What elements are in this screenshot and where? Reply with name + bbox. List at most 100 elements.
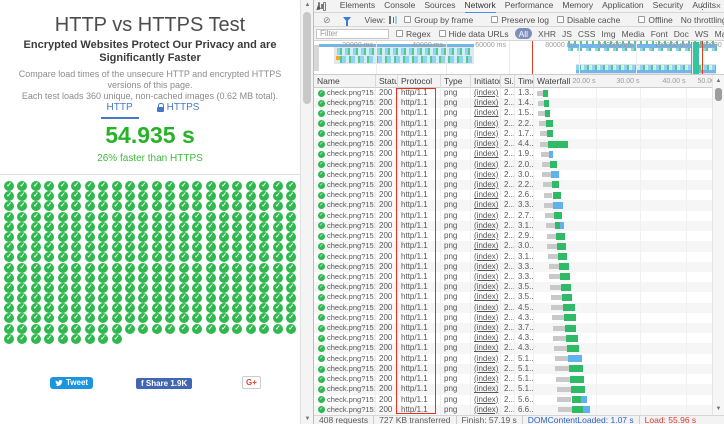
table-row[interactable]: ✓check.png?1512...200http/1.1png(index)2…	[314, 170, 713, 180]
offline-checkbox[interactable]: Offline	[638, 15, 672, 25]
initiator-link[interactable]: (index)	[474, 190, 498, 199]
initiator-link[interactable]: (index)	[474, 272, 498, 281]
grid-view-icon[interactable]	[389, 16, 391, 24]
initiator-link[interactable]: (index)	[474, 170, 498, 179]
checkbox-icon[interactable]	[557, 16, 564, 23]
tab-security[interactable]: Security	[653, 0, 684, 14]
initiator-link[interactable]: (index)	[474, 292, 498, 301]
gplus-button[interactable]: G+	[242, 376, 261, 389]
filter-type-css[interactable]: CSS	[578, 29, 595, 39]
initiator-link[interactable]: (index)	[474, 252, 498, 261]
table-row[interactable]: ✓check.png?1512...200http/1.1png(index)2…	[314, 252, 713, 262]
scroll-up-arrow[interactable]: ▲	[713, 76, 724, 86]
checkbox-icon[interactable]	[439, 30, 446, 37]
table-row[interactable]: ✓check.png?1512...200http/1.1png(index)2…	[314, 180, 713, 190]
initiator-link[interactable]: (index)	[474, 221, 498, 230]
table-row[interactable]: ✓check.png?1512...200http/1.1png(index)2…	[314, 272, 713, 282]
filter-type-doc[interactable]: Doc	[674, 29, 689, 39]
filter-type-js[interactable]: JS	[562, 29, 572, 39]
tab-elements[interactable]: Elements	[340, 0, 375, 14]
table-row[interactable]: ✓check.png?1512...200http/1.1png(index)2…	[314, 303, 713, 313]
overview[interactable]: 20000 ms40000 ms60000 ms80000 ms100000 m…	[314, 41, 724, 75]
device-toolbar-icon[interactable]	[323, 2, 325, 11]
table-row[interactable]: ✓check.png?1512...200http/1.1png(index)2…	[314, 354, 713, 364]
table-row[interactable]: ✓check.png?1512...200http/1.1png(index)2…	[314, 384, 713, 394]
initiator-link[interactable]: (index)	[474, 180, 498, 189]
initiator-link[interactable]: (index)	[474, 354, 498, 363]
table-row[interactable]: ✓check.png?1512...200http/1.1png(index)2…	[314, 139, 713, 149]
initiator-link[interactable]: (index)	[474, 374, 498, 383]
preserve-log-checkbox[interactable]: Preserve log	[491, 15, 549, 25]
initiator-link[interactable]: (index)	[474, 313, 498, 322]
initiator-link[interactable]: (index)	[474, 395, 498, 404]
disable-cache-checkbox[interactable]: Disable cache	[557, 15, 620, 25]
table-row[interactable]: ✓check.png?1512...200http/1.1png(index)2…	[314, 231, 713, 241]
initiator-link[interactable]: (index)	[474, 88, 498, 97]
waterfall-view-icon[interactable]	[395, 16, 397, 24]
scroll-down-arrow[interactable]: ▼	[713, 404, 724, 414]
table-row[interactable]: ✓check.png?1512...200http/1.1png(index)2…	[314, 333, 713, 343]
tab-network[interactable]: Network	[465, 0, 496, 14]
column-header-waterfall[interactable]: Waterfall20.00 s30.00 s40.00 s50.00 s	[534, 75, 713, 88]
group-by-frame-checkbox[interactable]: Group by frame	[404, 15, 473, 25]
throttling-dropdown[interactable]: No throttling▼	[681, 15, 724, 25]
column-header-time[interactable]: Time	[515, 75, 534, 88]
devtools-menu-icon[interactable]: ⋮	[698, 0, 707, 13]
facebook-share-button[interactable]: f Share 1.9K	[136, 378, 192, 389]
table-row[interactable]: ✓check.png?1512...200http/1.1png(index)2…	[314, 190, 713, 200]
initiator-link[interactable]: (index)	[474, 262, 498, 271]
tweet-button[interactable]: Tweet	[50, 377, 93, 389]
table-row[interactable]: ✓check.png?1512...200http/1.1png(index)2…	[314, 119, 713, 129]
scrollbar-thumb[interactable]	[303, 12, 311, 104]
table-row[interactable]: ✓check.png?1512...200http/1.1png(index)2…	[314, 323, 713, 333]
inspect-element-icon[interactable]	[318, 2, 320, 10]
table-row[interactable]: ✓check.png?1512...200http/1.1png(index)2…	[314, 108, 713, 118]
table-row[interactable]: ✓check.png?1512...200http/1.1png(index)2…	[314, 200, 713, 210]
filter-type-font[interactable]: Font	[651, 29, 668, 39]
initiator-link[interactable]: (index)	[474, 323, 498, 332]
column-header-name[interactable]: Name	[314, 75, 376, 88]
table-row[interactable]: ✓check.png?1512...200http/1.1png(index)2…	[314, 98, 713, 108]
filter-funnel-icon[interactable]	[343, 17, 351, 22]
initiator-link[interactable]: (index)	[474, 108, 498, 117]
initiator-link[interactable]: (index)	[474, 200, 498, 209]
initiator-link[interactable]: (index)	[474, 139, 498, 148]
table-row[interactable]: ✓check.png?1512...200http/1.1png(index)2…	[314, 364, 713, 374]
tab-http[interactable]: HTTP	[101, 102, 139, 119]
table-row[interactable]: ✓check.png?1512...200http/1.1png(index)2…	[314, 313, 713, 323]
devtools-close-icon[interactable]: ×	[716, 0, 721, 13]
tab-https[interactable]: HTTPS	[157, 102, 200, 119]
initiator-link[interactable]: (index)	[474, 119, 498, 128]
initiator-link[interactable]: (index)	[474, 343, 498, 352]
initiator-link[interactable]: (index)	[474, 211, 498, 220]
initiator-link[interactable]: (index)	[474, 160, 498, 169]
table-row[interactable]: ✓check.png?1512...200http/1.1png(index)2…	[314, 395, 713, 405]
initiator-link[interactable]: (index)	[474, 241, 498, 250]
column-header-initiator[interactable]: Initiator	[471, 75, 501, 88]
filter-input[interactable]	[316, 29, 389, 39]
initiator-link[interactable]: (index)	[474, 405, 498, 414]
table-row[interactable]: ✓check.png?1512...200http/1.1png(index)2…	[314, 292, 713, 302]
initiator-link[interactable]: (index)	[474, 98, 498, 107]
initiator-link[interactable]: (index)	[474, 364, 498, 373]
checkbox-icon[interactable]	[404, 16, 411, 23]
clear-icon[interactable]: ⊘	[323, 13, 331, 27]
checkbox-icon[interactable]	[396, 30, 403, 37]
table-row[interactable]: ✓check.png?1512...200http/1.1png(index)2…	[314, 160, 713, 170]
column-header-protocol[interactable]: Protocol	[398, 75, 441, 88]
table-row[interactable]: ✓check.png?1512...200http/1.1png(index)2…	[314, 221, 713, 231]
table-row[interactable]: ✓check.png?1512...200http/1.1png(index)2…	[314, 149, 713, 159]
table-row[interactable]: ✓check.png?1512...200http/1.1png(index)2…	[314, 282, 713, 292]
tab-memory[interactable]: Memory	[562, 0, 593, 14]
initiator-link[interactable]: (index)	[474, 303, 498, 312]
tab-application[interactable]: Application	[602, 0, 644, 14]
table-row[interactable]: ✓check.png?1512...200http/1.1png(index)2…	[314, 129, 713, 139]
column-header-si[interactable]: Si...	[501, 75, 515, 88]
filter-type-ws[interactable]: WS	[695, 29, 709, 39]
column-header-status[interactable]: Status	[376, 75, 398, 88]
checkbox-icon[interactable]	[491, 16, 498, 23]
table-row[interactable]: ✓check.png?1512...200http/1.1png(index)2…	[314, 88, 713, 98]
filter-type-all[interactable]: All	[515, 28, 532, 39]
regex-checkbox[interactable]: Regex	[396, 29, 431, 39]
filter-type-img[interactable]: Img	[601, 29, 615, 39]
